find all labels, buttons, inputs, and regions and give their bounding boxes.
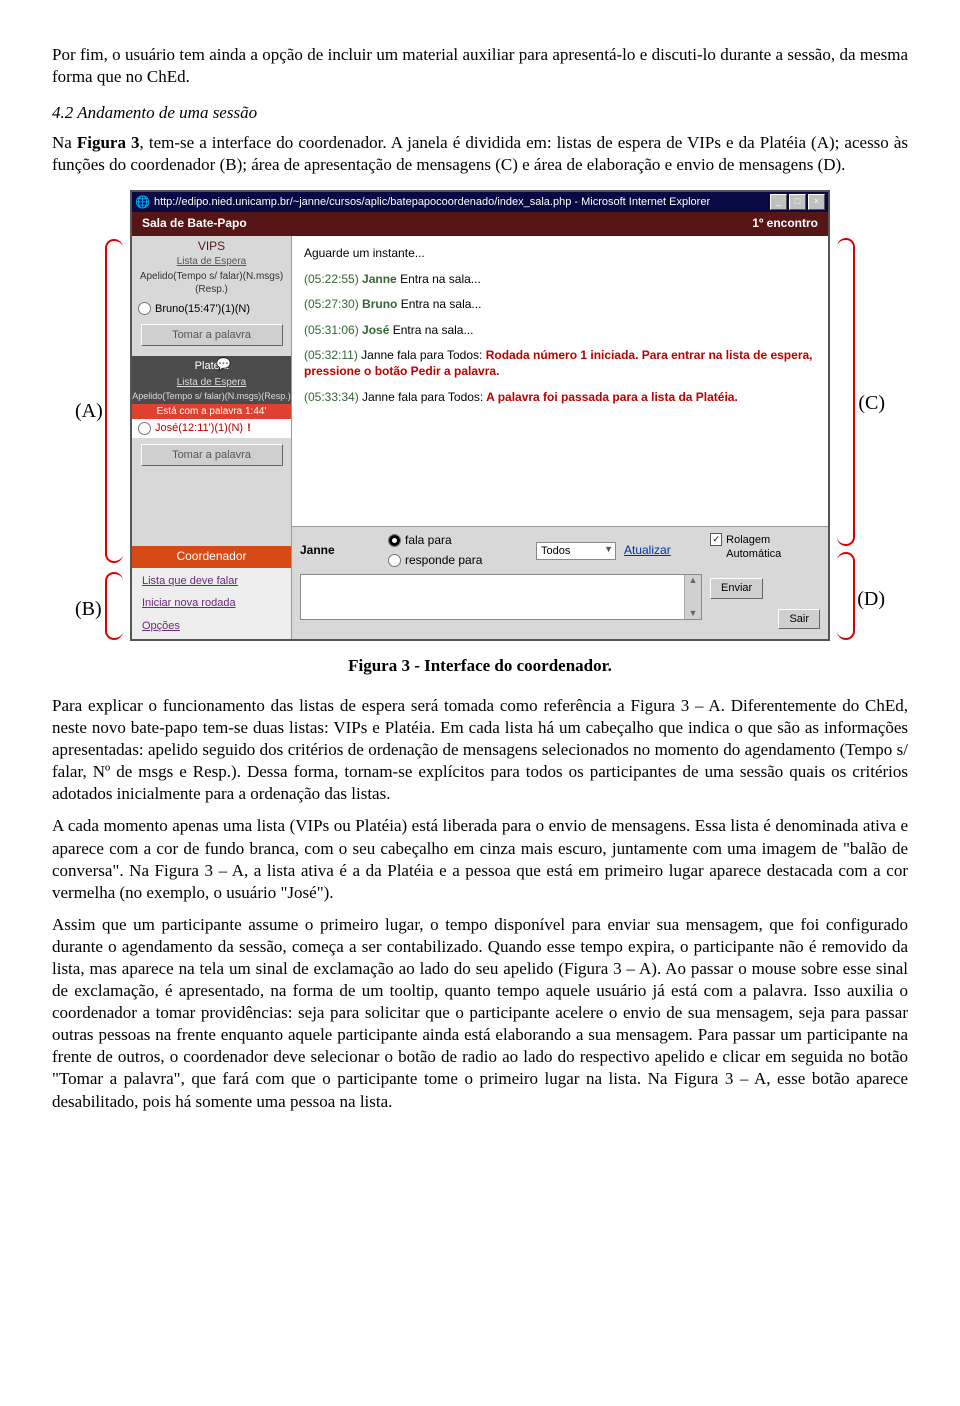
chat-message: (05:31:06) José Entra na sala... [304, 323, 816, 339]
main-area: Aguarde um instante... (05:22:55) Janne … [292, 236, 828, 639]
timestamp: (05:33:34) [304, 390, 359, 404]
paragraph: Na Figura 3, tem-se a interface do coord… [52, 132, 908, 176]
sender: Janne [362, 272, 397, 286]
section-heading: 4.2 Andamento de uma sessão [52, 102, 908, 124]
plateia-active-row: Está com a palavra 1:44' [132, 404, 291, 419]
maximize-button[interactable]: □ [789, 194, 806, 210]
bracket-c [837, 238, 855, 546]
paragraph: A cada momento apenas uma lista (VIPs ou… [52, 815, 908, 903]
mode-label: fala para [405, 533, 452, 549]
autoscroll-checkbox[interactable]: ✓ Rolagem Automática [710, 533, 820, 562]
coord-link-options[interactable]: Opções [142, 619, 281, 633]
callout-a: (A) [75, 398, 103, 424]
compose-row: ▲▼ Enviar Sair [292, 574, 828, 639]
vips-subtitle: Lista de Espera [132, 255, 291, 268]
figure-caption: Figura 3 - Interface do coordenador. [52, 655, 908, 677]
radio-icon[interactable] [138, 422, 151, 435]
timestamp: (05:31:06) [304, 323, 359, 337]
callout-c: (C) [858, 390, 885, 416]
vips-columns: Apelido(Tempo s/ falar)(N.msgs)(Resp.) [132, 268, 291, 300]
radio-icon[interactable] [388, 554, 401, 567]
bracket-a [105, 239, 123, 563]
plateia-subtitle: Lista de Espera [132, 376, 291, 391]
room-session: 1º encontro [752, 216, 818, 232]
coord-link-new-round[interactable]: Iniciar nova rodada [142, 596, 281, 610]
coordinator-panel: Coordenador Lista que deve falar Iniciar… [132, 546, 291, 638]
chat-message: (05:32:11) Janne fala para Todos: Rodada… [304, 348, 816, 379]
message-text: A palavra foi passada para a lista da Pl… [486, 390, 738, 404]
vips-entry[interactable]: Bruno(15:47')(1)(N) [132, 300, 291, 318]
autoscroll-label: Rolagem Automática [726, 533, 820, 562]
chat-message: (05:27:30) Bruno Entra na sala... [304, 297, 816, 313]
sender: Janne fala para Todos: [362, 390, 483, 404]
exclamation-icon: ! [247, 421, 251, 435]
radio-icon[interactable] [388, 534, 401, 547]
checkbox-icon[interactable]: ✓ [710, 533, 722, 546]
message-textarea[interactable]: ▲▼ [300, 574, 702, 620]
paragraph: Por fim, o usuário tem ainda a opção de … [52, 44, 908, 88]
vips-title: VIPS [132, 236, 291, 255]
callout-b: (B) [75, 596, 102, 622]
figure-3: (A) (B) (C) (D) 🌐 http://edipo.nied.unic… [75, 190, 885, 640]
vips-entry-label: Bruno(15:47')(1)(N) [155, 302, 250, 316]
radio-icon[interactable] [138, 302, 151, 315]
room-title: Sala de Bate-Papo [142, 216, 247, 232]
message-text: Entra na sala... [401, 297, 482, 311]
balloon-icon: 💬 [216, 357, 231, 373]
message-text: Entra na sala... [393, 323, 474, 337]
window-title: http://edipo.nied.unicamp.br/~janne/curs… [154, 195, 710, 209]
compose-username: Janne [300, 543, 380, 559]
vips-panel: VIPS Lista de Espera Apelido(Tempo s/ fa… [132, 236, 291, 356]
mode-fala-para[interactable]: fala para [388, 533, 528, 549]
sender: José [362, 323, 389, 337]
mode-label: responde para [405, 553, 482, 569]
sender: Bruno [362, 297, 397, 311]
vips-take-word-button[interactable]: Tomar a palavra [141, 324, 283, 346]
plateia-entry-label: José(12:11')(1)(N) [155, 421, 243, 435]
plateia-take-word-button[interactable]: Tomar a palavra [141, 444, 283, 466]
room-header: Sala de Bate-Papo 1º encontro [132, 212, 828, 236]
timestamp: (05:22:55) [304, 272, 359, 286]
exit-button[interactable]: Sair [778, 609, 820, 629]
chat-message: (05:33:34) Janne fala para Todos: A pala… [304, 390, 816, 406]
close-button[interactable]: × [808, 194, 825, 210]
left-sidebar: VIPS Lista de Espera Apelido(Tempo s/ fa… [132, 236, 292, 639]
send-button[interactable]: Enviar [710, 578, 763, 598]
figure-ref: Figura 3 [77, 133, 140, 152]
browser-window: 🌐 http://edipo.nied.unicamp.br/~janne/cu… [130, 190, 830, 640]
plateia-columns: Apelido(Tempo s/ falar)(N.msgs)(Resp.) [132, 391, 291, 405]
minimize-button[interactable]: _ [770, 194, 787, 210]
paragraph: Assim que um participante assume o prime… [52, 914, 908, 1113]
callout-d: (D) [857, 586, 885, 612]
message-area: Aguarde um instante... (05:22:55) Janne … [292, 236, 828, 526]
scrollbar[interactable]: ▲▼ [684, 575, 701, 619]
plateia-entry[interactable]: José(12:11')(1)(N) ! [132, 419, 291, 437]
mode-responde-para[interactable]: responde para [388, 553, 528, 569]
target-select[interactable]: Todos [536, 542, 616, 560]
bracket-b [105, 572, 123, 640]
coordinator-title: Coordenador [132, 546, 291, 568]
paragraph: Para explicar o funcionamento das listas… [52, 695, 908, 805]
bracket-d [837, 552, 855, 640]
plateia-panel: Platéia 💬 Lista de Espera Apelido(Tempo … [132, 356, 291, 476]
wait-message: Aguarde um instante... [304, 246, 816, 262]
sender: Janne fala para Todos: [361, 348, 482, 362]
chat-message: (05:22:55) Janne Entra na sala... [304, 272, 816, 288]
text: Na [52, 133, 77, 152]
coord-link-list[interactable]: Lista que deve falar [142, 574, 281, 588]
plateia-title: Platéia 💬 [132, 356, 291, 375]
message-text: Entra na sala... [400, 272, 481, 286]
timestamp: (05:32:11) [304, 348, 358, 362]
compose-bar: Janne fala para responde para Todos Atua… [292, 526, 828, 574]
timestamp: (05:27:30) [304, 297, 359, 311]
window-titlebar: 🌐 http://edipo.nied.unicamp.br/~janne/cu… [132, 192, 828, 212]
ie-icon: 🌐 [135, 195, 150, 211]
text: , tem-se a interface do coordenador. A j… [52, 133, 908, 174]
refresh-link[interactable]: Atualizar [624, 543, 694, 559]
